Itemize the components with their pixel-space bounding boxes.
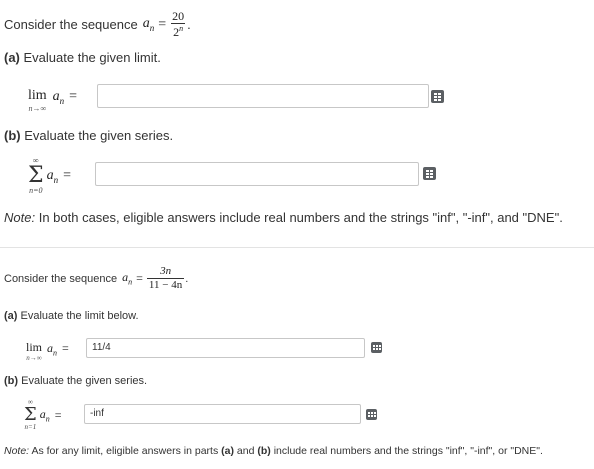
problem1-fraction: 20 2n [171, 9, 186, 39]
keyboard-icon[interactable] [366, 409, 377, 420]
problem1-intro-text: Consider the sequence [4, 17, 138, 33]
problem2-part-a-label: (a) [4, 310, 18, 322]
problem2-note: Note: As for any limit, eligible answers… [4, 445, 543, 457]
problem2-part-b: (b) Evaluate the given series. [4, 375, 147, 387]
problem1-part-b: (b) Evaluate the given series. [4, 128, 173, 143]
problem2-fraction: 3n 11 − 4n [146, 265, 185, 291]
problem2-part-a-text: Evaluate the limit below. [20, 310, 139, 322]
problem1-note: Note: In both cases, eligible answers in… [4, 210, 563, 225]
keyboard-icon[interactable] [371, 342, 382, 353]
problem1-note-label: Note: [4, 210, 36, 225]
problem1-part-b-label: (b) [4, 128, 21, 143]
problem1-part-a-label: (a) [4, 50, 20, 65]
problem1-series-input[interactable] [95, 162, 419, 186]
section-divider [0, 247, 594, 248]
keyboard-icon[interactable] [423, 167, 436, 180]
problem2-intro-text: Consider the sequence [4, 272, 118, 285]
problem1-intro: Consider the sequence an = 20 2n . [4, 9, 191, 39]
problem1-series-expression: ∞ Σ n=0 an = [28, 156, 71, 195]
problem2-limit-input[interactable]: 11/4 [86, 338, 365, 358]
problem1-sequence-lhs: an [142, 16, 155, 34]
problem2-part-b-label: (b) [4, 375, 19, 387]
problem1-part-a-text: Evaluate the given limit. [23, 50, 161, 65]
problem2-intro: Consider the sequence an = 3n 11 − 4n . [4, 265, 189, 291]
problem2-limit-expression: lim n→∞ an = [26, 340, 69, 362]
problem2-note-label: Note: [4, 445, 30, 457]
problem2-part-a: (a) Evaluate the limit below. [4, 310, 139, 322]
problem1-equals: = [158, 16, 167, 32]
problem1-note-text: In both cases, eligible answers include … [38, 210, 563, 225]
problem2-series-expression: ∞ Σ n=1 an = [24, 398, 62, 431]
problem1-part-a: (a) Evaluate the given limit. [4, 50, 161, 65]
keyboard-icon[interactable] [431, 90, 444, 103]
problem2-part-b-text: Evaluate the given series. [21, 375, 148, 387]
problem1-limit-expression: lim n→∞ an = [28, 88, 78, 113]
problem1-part-b-text: Evaluate the given series. [24, 128, 174, 143]
problem2-series-input[interactable]: -inf [84, 404, 361, 424]
problem1-limit-input[interactable] [97, 84, 429, 108]
